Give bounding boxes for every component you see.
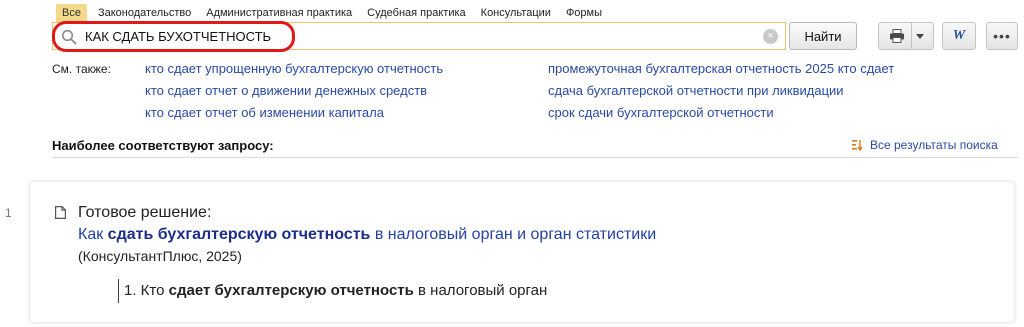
more-options-button[interactable]: ••• bbox=[986, 22, 1018, 50]
see-also-link[interactable]: срок сдачи бухгалтерской отчетности bbox=[548, 105, 774, 120]
tab-all[interactable]: Все bbox=[56, 4, 87, 22]
tab-legislation[interactable]: Законодательство bbox=[93, 4, 196, 22]
tab-forms[interactable]: Формы bbox=[561, 4, 607, 22]
snippet-cursor-bar bbox=[118, 279, 119, 303]
see-also-link[interactable]: кто сдает отчет об изменении капитала bbox=[145, 105, 384, 120]
see-also-link[interactable]: сдача бухгалтерской отчетности при ликви… bbox=[548, 83, 844, 98]
snippet-highlight: сдает bbox=[168, 282, 211, 299]
result-type: Готовое решение: bbox=[78, 204, 212, 221]
snippet-prefix: 1. Кто bbox=[124, 282, 169, 299]
result-card: Готовое решение: Как сдать бухгалтерскую… bbox=[30, 182, 1014, 322]
result-title-link[interactable]: Как сдать бухгалтерскую отчетность в нал… bbox=[78, 226, 656, 244]
search-icon bbox=[61, 29, 77, 45]
tab-consultations[interactable]: Консультации bbox=[476, 4, 556, 22]
all-results-link[interactable]: Все результаты поиска bbox=[852, 138, 998, 152]
more-icon: ••• bbox=[993, 28, 1011, 44]
best-match-heading: Наиболее соответствуют запросу: bbox=[52, 138, 274, 153]
see-also-link[interactable]: промежуточная бухгалтерская отчетность 2… bbox=[548, 61, 894, 76]
search-box: × bbox=[52, 22, 786, 50]
search-scope-tabs: Все Законодательство Административная пр… bbox=[56, 4, 612, 22]
printer-icon bbox=[889, 29, 904, 43]
result-snippet-link[interactable]: 1. Кто сдает бухгалтерскую отчетность в … bbox=[124, 282, 547, 299]
search-input[interactable] bbox=[85, 27, 725, 45]
tab-judicial-practice[interactable]: Судебная практика bbox=[362, 4, 470, 22]
snippet-highlight: бухгалтерскую отчетность bbox=[214, 282, 414, 299]
divider bbox=[52, 157, 1018, 158]
result-source: (КонсультантПлюс, 2025) bbox=[78, 248, 242, 264]
see-also-label: См. также: bbox=[52, 62, 111, 76]
see-also-link[interactable]: кто сдает отчет о движении денежных сред… bbox=[145, 83, 427, 98]
results-list-icon bbox=[852, 140, 863, 151]
print-button[interactable] bbox=[878, 22, 934, 50]
title-suffix: в налоговый орган и орган статистики bbox=[370, 226, 657, 243]
title-prefix: Как bbox=[78, 226, 108, 243]
document-icon bbox=[55, 206, 66, 219]
all-results-label: Все результаты поиска bbox=[870, 138, 998, 152]
find-button[interactable]: Найти bbox=[789, 22, 857, 50]
tab-administrative-practice[interactable]: Административная практика bbox=[201, 4, 357, 22]
title-highlight: сдать бухгалтерскую отчетность bbox=[107, 226, 371, 243]
clear-search-icon[interactable]: × bbox=[763, 29, 778, 44]
export-word-button[interactable]: W bbox=[942, 22, 976, 50]
print-divider bbox=[910, 23, 912, 49]
word-icon: W bbox=[952, 28, 966, 43]
result-number: 1 bbox=[5, 206, 12, 220]
chevron-down-icon[interactable] bbox=[915, 33, 924, 39]
snippet-suffix: в налоговый орган bbox=[413, 282, 548, 299]
see-also-link[interactable]: кто сдает упрощенную бухгалтерскую отчет… bbox=[145, 61, 443, 76]
